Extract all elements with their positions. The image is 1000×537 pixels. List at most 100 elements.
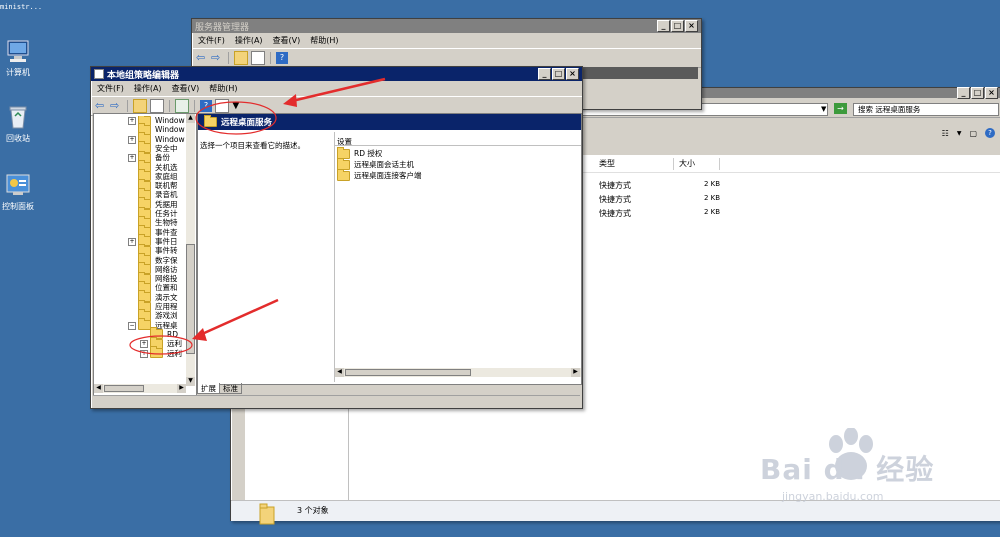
menu-bar: 文件(F) 操作(A) 查看(V) 帮助(H) (192, 33, 701, 48)
scroll-up-arrow[interactable]: ▲ (186, 114, 195, 123)
tree-item[interactable]: − 远程桌 (128, 318, 178, 331)
menu-file[interactable]: 文件(F) (198, 35, 225, 46)
close-button[interactable]: × (685, 20, 698, 32)
column-header-type[interactable]: 类型 (599, 158, 674, 170)
tree-vertical-scrollbar[interactable]: ▲ ▼ (186, 114, 195, 386)
tree-horizontal-scrollbar[interactable]: ◀ ▶ (94, 384, 186, 393)
help-icon[interactable]: ? (276, 52, 288, 64)
desktop-icon-label: 回收站 (6, 134, 30, 143)
expand-icon[interactable]: + (140, 349, 148, 358)
menu-action[interactable]: 操作(A) (134, 83, 162, 94)
desktop-icon-label: 控制面板 (2, 202, 34, 211)
table-row[interactable]: 快捷方式 (599, 208, 631, 219)
row-size: 2 KB (704, 194, 721, 202)
list-item[interactable]: 远程桌面会话主机 (337, 157, 414, 170)
control-panel-icon (5, 172, 31, 198)
view-options-icon[interactable]: ☷ (942, 129, 949, 138)
computer-icon (5, 38, 31, 64)
row-type: 快捷方式 (599, 181, 631, 190)
details-pane[interactable]: 远程桌面服务 选择一个项目来查看它的描述。 设置 RD 授权 远程桌面会话主机 … (197, 113, 582, 385)
settings-list[interactable]: 设置 RD 授权 远程桌面会话主机 远程桌面连接客户端 ◀ ▶ (334, 132, 581, 382)
minimize-button[interactable]: _ (957, 87, 970, 99)
chevron-down-icon[interactable]: ▼ (957, 130, 962, 137)
expand-icon[interactable]: + (128, 135, 136, 144)
export-list-icon[interactable] (175, 99, 189, 113)
column-header-setting[interactable]: 设置 (335, 136, 581, 146)
gpedit-titlebar[interactable]: 本地组策略编辑器 _ □ × (91, 67, 582, 81)
preview-pane-icon[interactable]: ▢ (969, 129, 977, 138)
scroll-thumb[interactable] (186, 244, 195, 354)
list-item-label: RD 授权 (354, 149, 383, 158)
go-icon[interactable]: → (834, 103, 847, 114)
settings-horizontal-scrollbar[interactable]: ◀ ▶ (335, 368, 581, 377)
forward-icon[interactable]: ⇨ (211, 52, 223, 64)
maximize-button[interactable]: □ (552, 68, 565, 80)
up-folder-icon[interactable] (133, 99, 147, 113)
up-folder-icon[interactable] (234, 51, 248, 65)
menu-help[interactable]: 帮助(H) (209, 83, 237, 94)
row-size: 2 KB (704, 180, 721, 188)
list-item[interactable]: 远程桌面连接客户端 (337, 168, 422, 181)
details-header: 远程桌面服务 (198, 114, 581, 130)
scroll-left-arrow[interactable]: ◀ (335, 368, 344, 377)
menu-bar: 文件(F) 操作(A) 查看(V) 帮助(H) (91, 81, 582, 96)
maximize-button[interactable]: □ (971, 87, 984, 99)
tab-standard[interactable]: 标准 (220, 383, 242, 394)
close-button[interactable]: × (566, 68, 579, 80)
watermark-url: jingyan.baidu.com (782, 490, 884, 503)
scroll-thumb[interactable] (345, 369, 471, 376)
toolbar: ⇦ ⇨ ? (192, 48, 701, 68)
scroll-left-arrow[interactable]: ◀ (94, 384, 103, 393)
tree-pane[interactable]: + Window Window + Window 安全中 + 备份 关机选 家庭组 联机帮 录音机 凭据… (93, 113, 197, 396)
menu-help[interactable]: 帮助(H) (310, 35, 338, 46)
expand-icon[interactable]: + (128, 154, 136, 163)
menu-view[interactable]: 查看(V) (172, 83, 200, 94)
search-input[interactable]: 搜索 远程桌面服务 (853, 103, 999, 116)
folder-icon (150, 346, 163, 358)
view-tabs: 扩展 标准 (197, 383, 347, 394)
table-row[interactable]: 快捷方式 (599, 194, 631, 205)
desktop-icon-label: 计算机 (6, 68, 30, 77)
help-icon[interactable]: ? (985, 128, 995, 138)
tab-extended[interactable]: 扩展 (197, 383, 220, 394)
scroll-right-arrow[interactable]: ▶ (571, 368, 580, 377)
desktop-icon-recycle-bin[interactable]: 回收站 (0, 104, 38, 144)
scroll-down-arrow[interactable]: ▼ (186, 377, 195, 386)
tree-item-label: 远利 (167, 348, 182, 358)
object-count: 3 个对象 (297, 506, 329, 515)
menu-action[interactable]: 操作(A) (235, 35, 263, 46)
folder-icon (259, 503, 275, 527)
menu-view[interactable]: 查看(V) (273, 35, 301, 46)
table-row[interactable]: 快捷方式 (599, 180, 631, 191)
minimize-button[interactable]: _ (657, 20, 670, 32)
scroll-thumb[interactable] (104, 385, 144, 392)
close-button[interactable]: × (985, 87, 998, 99)
forward-icon[interactable]: ⇨ (110, 100, 122, 112)
watermark-brand: Bai du 经验 (760, 453, 935, 486)
chevron-down-icon[interactable]: ▼ (821, 105, 826, 113)
expand-icon[interactable]: + (140, 340, 148, 349)
help-icon[interactable]: ? (200, 100, 212, 112)
properties-icon[interactable] (215, 99, 229, 113)
back-icon[interactable]: ⇦ (196, 52, 208, 64)
desktop-icon-computer[interactable]: 计算机 (0, 38, 38, 78)
menu-file[interactable]: 文件(F) (97, 83, 124, 94)
server-manager-titlebar[interactable]: 服务器管理器 _ □ × (192, 19, 701, 33)
status-bar (93, 395, 580, 406)
tree-item-label: Window (155, 125, 185, 135)
description-text: 选择一个项目来查看它的描述。 (200, 141, 305, 150)
gpedit-window[interactable]: 本地组策略编辑器 _ □ × 文件(F) 操作(A) 查看(V) 帮助(H) ⇦… (90, 66, 583, 409)
desktop-icon-control-panel[interactable]: 控制面板 (0, 172, 38, 212)
minimize-button[interactable]: _ (538, 68, 551, 80)
back-icon[interactable]: ⇦ (95, 100, 107, 112)
filter-icon[interactable]: ▼ (232, 100, 244, 112)
column-header-size[interactable]: 大小 (679, 158, 720, 170)
expand-icon[interactable]: + (128, 237, 136, 246)
collapse-icon[interactable]: − (128, 321, 136, 330)
expand-icon[interactable]: + (128, 117, 136, 125)
show-hide-tree-icon[interactable] (251, 51, 265, 65)
maximize-button[interactable]: □ (671, 20, 684, 32)
tree-item[interactable]: + 远利 (140, 346, 182, 358)
scroll-right-arrow[interactable]: ▶ (177, 384, 186, 393)
show-hide-tree-icon[interactable] (150, 99, 164, 113)
